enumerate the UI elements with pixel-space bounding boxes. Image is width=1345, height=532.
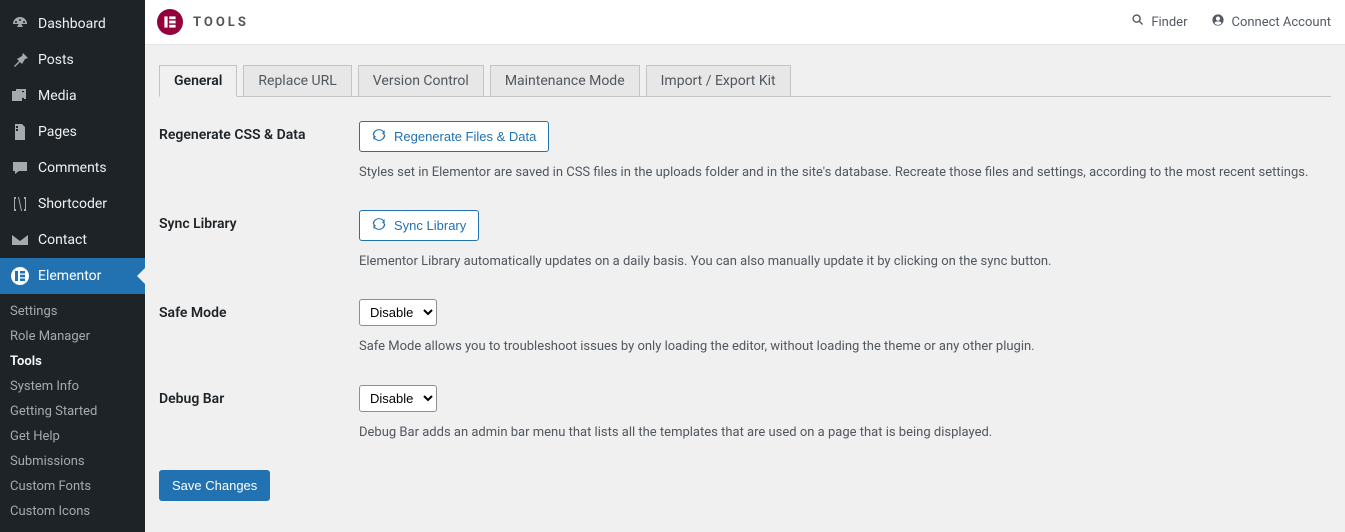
sidebar-item-label: Posts — [38, 52, 74, 68]
elementor-icon — [10, 266, 30, 286]
row-debug-bar: Debug Bar Disable Debug Bar adds an admi… — [159, 385, 1331, 442]
sync-help-text: Elementor Library automatically updates … — [359, 253, 1331, 271]
tab-version-control[interactable]: Version Control — [358, 65, 484, 96]
main-content: TOOLS Finder Connect Account — [145, 0, 1345, 532]
elementor-logo-icon — [157, 9, 183, 35]
sidebar-item-label: Shortcoder — [38, 196, 107, 212]
admin-sidebar: Dashboard Posts Media Pages Comments — [0, 0, 145, 532]
sidebar-item-comments[interactable]: Comments — [0, 150, 145, 186]
sidebar-item-posts[interactable]: Posts — [0, 42, 145, 78]
sidebar-item-label: Pages — [38, 124, 77, 140]
user-circle-icon — [1211, 13, 1225, 31]
submenu-item-tools[interactable]: Tools — [0, 349, 145, 374]
debugbar-select[interactable]: Disable — [359, 385, 437, 412]
elementor-submenu: Settings Role Manager Tools System Info … — [0, 294, 145, 532]
finder-button[interactable]: Finder — [1131, 13, 1187, 31]
submenu-item-settings[interactable]: Settings — [0, 299, 145, 324]
sidebar-item-dashboard[interactable]: Dashboard — [0, 6, 145, 42]
submenu-item-role-manager[interactable]: Role Manager — [0, 324, 145, 349]
row-regenerate: Regenerate CSS & Data Regenerate Files &… — [159, 121, 1331, 182]
regenerate-label: Regenerate CSS & Data — [159, 121, 359, 143]
regenerate-help-text: Styles set in Elementor are saved in CSS… — [359, 164, 1331, 182]
topbar: TOOLS Finder Connect Account — [145, 0, 1345, 45]
sidebar-item-elementor[interactable]: Elementor — [0, 258, 145, 294]
sidebar-item-contact[interactable]: Contact — [0, 222, 145, 258]
page-title: TOOLS — [193, 15, 249, 30]
sidebar-item-label: Elementor — [38, 268, 101, 284]
submenu-item-custom-fonts[interactable]: Custom Fonts — [0, 474, 145, 499]
sidebar-item-media[interactable]: Media — [0, 78, 145, 114]
sync-button-label: Sync Library — [394, 218, 466, 233]
regenerate-files-button[interactable]: Regenerate Files & Data — [359, 121, 549, 152]
tab-replace-url[interactable]: Replace URL — [243, 65, 351, 96]
comments-icon — [10, 158, 30, 178]
safemode-label: Safe Mode — [159, 299, 359, 321]
tab-general[interactable]: General — [159, 65, 237, 97]
submenu-item-getting-started[interactable]: Getting Started — [0, 399, 145, 424]
finder-label: Finder — [1151, 15, 1187, 30]
search-icon — [1131, 13, 1145, 31]
dashboard-icon — [10, 14, 30, 34]
save-changes-button[interactable]: Save Changes — [159, 470, 270, 501]
sidebar-item-label: Dashboard — [38, 16, 106, 32]
submenu-item-get-help[interactable]: Get Help — [0, 424, 145, 449]
sync-label: Sync Library — [159, 210, 359, 232]
row-sync-library: Sync Library Sync Library Elementor Libr… — [159, 210, 1331, 271]
tab-import-export-kit[interactable]: Import / Export Kit — [646, 65, 791, 96]
safemode-help-text: Safe Mode allows you to troubleshoot iss… — [359, 338, 1331, 356]
submenu-item-system-info[interactable]: System Info — [0, 374, 145, 399]
sidebar-item-label: Media — [38, 88, 77, 104]
debugbar-help-text: Debug Bar adds an admin bar menu that li… — [359, 424, 1331, 442]
tab-maintenance-mode[interactable]: Maintenance Mode — [490, 65, 640, 96]
sidebar-item-shortcoder[interactable]: Shortcoder — [0, 186, 145, 222]
mail-icon — [10, 230, 30, 250]
sync-library-button[interactable]: Sync Library — [359, 210, 479, 241]
row-safe-mode: Safe Mode Disable Safe Mode allows you t… — [159, 299, 1331, 356]
sidebar-item-pages[interactable]: Pages — [0, 114, 145, 150]
media-icon — [10, 86, 30, 106]
regenerate-button-label: Regenerate Files & Data — [394, 129, 536, 144]
refresh-icon — [372, 128, 386, 145]
submenu-item-custom-icons[interactable]: Custom Icons — [0, 499, 145, 524]
sidebar-item-label: Contact — [38, 232, 87, 248]
submenu-item-submissions[interactable]: Submissions — [0, 449, 145, 474]
shortcode-icon — [10, 194, 30, 214]
refresh-icon — [372, 217, 386, 234]
debugbar-label: Debug Bar — [159, 385, 359, 407]
pages-icon — [10, 122, 30, 142]
connect-account-label: Connect Account — [1231, 15, 1331, 30]
tabs: General Replace URL Version Control Main… — [159, 65, 1331, 97]
sidebar-item-label: Comments — [38, 160, 107, 176]
pin-icon — [10, 50, 30, 70]
safemode-select[interactable]: Disable — [359, 299, 437, 326]
connect-account-button[interactable]: Connect Account — [1211, 13, 1331, 31]
